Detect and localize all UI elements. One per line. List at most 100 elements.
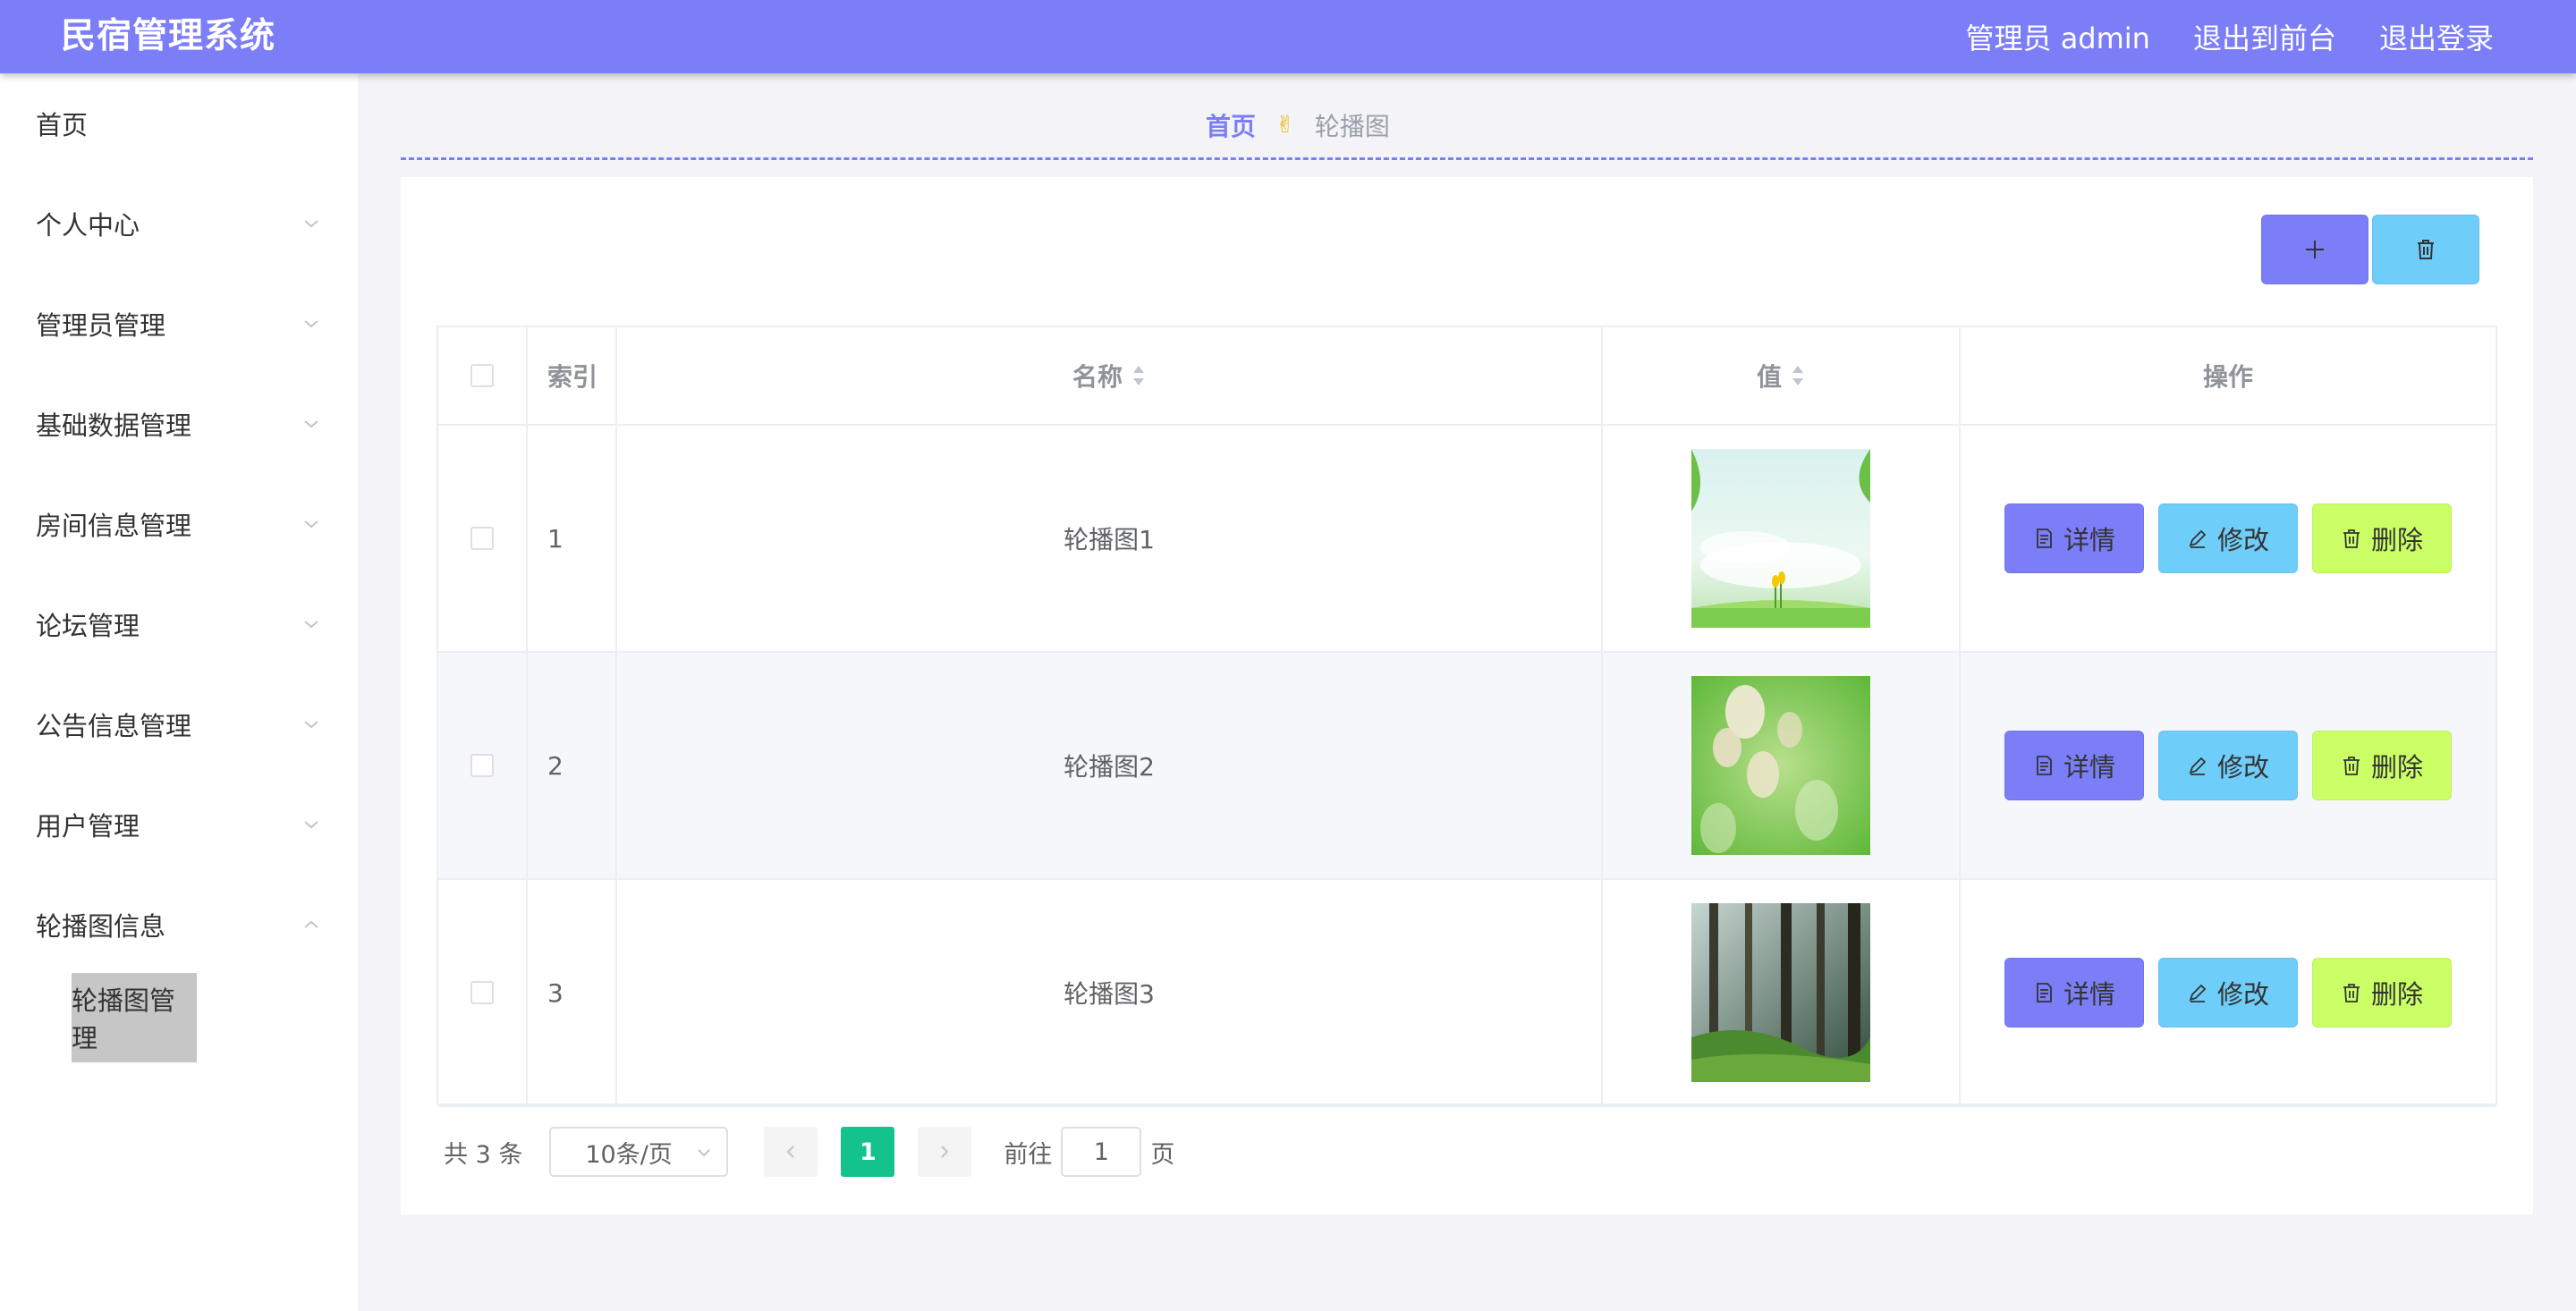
document-icon [2037,756,2052,775]
edit-button[interactable]: 修改 [2158,731,2298,800]
blurred-flowers-thumbnail[interactable] [1691,676,1870,855]
row-index: 1 [528,426,617,651]
exit-to-front-link[interactable]: 退出到前台 [2193,16,2336,57]
delete-button[interactable]: 删除 [2312,958,2452,1028]
sidebar-item-label: 用户管理 [36,811,140,842]
chevron-left-icon [786,1146,795,1158]
victory-hand-icon: ✌ [1275,112,1295,139]
sidebar-item-basic-data[interactable]: 基础数据管理 [0,374,358,474]
row-checkbox[interactable] [470,527,494,550]
document-icon [2037,983,2052,1002]
header-select-cell [438,327,528,424]
sidebar-item-label: 首页 [36,110,89,140]
chevron-down-icon [302,816,320,833]
sidebar-item-room-info[interactable]: 房间信息管理 [0,474,358,574]
edit-button[interactable]: 修改 [2158,503,2298,573]
detail-button[interactable]: 详情 [2004,958,2144,1028]
delete-label: 删除 [2370,979,2423,1010]
next-page-button[interactable] [918,1127,972,1177]
edit-label: 修改 [2216,979,2269,1010]
detail-button[interactable]: 详情 [2004,503,2144,573]
breadcrumb-home[interactable]: 首页 [1206,107,1256,143]
row-name: 轮播图1 [617,426,1603,651]
sidebar-item-admin-manage[interactable]: 管理员管理 [0,274,358,374]
sidebar-item-personal-center[interactable]: 个人中心 [0,173,358,274]
goto-label: 前往 [1004,1140,1053,1169]
row-actions: 详情 修改 删除 [1961,653,2496,878]
chevron-down-icon [302,315,320,333]
row-select-cell [438,426,528,651]
sidebar-item-label: 个人中心 [36,210,140,241]
brand-title: 民宿管理系统 [61,16,276,56]
header-value[interactable]: 值 [1603,327,1961,424]
row-actions: 详情 修改 删除 [1961,880,2496,1105]
table-header: 索引 名称 值 操作 [438,327,2496,426]
trash-icon [2343,984,2360,1002]
chevron-down-icon [698,1149,711,1157]
sort-caret-icon[interactable] [1131,364,1146,387]
select-all-checkbox[interactable] [470,364,494,387]
sort-caret-icon[interactable] [1791,364,1805,387]
page-size-value: 10条/页 [585,1140,673,1169]
row-value-cell [1603,426,1961,651]
row-checkbox[interactable] [470,754,494,777]
header-value-label: 值 [1756,362,1782,392]
batch-delete-button[interactable] [2372,215,2479,284]
trash-icon [2418,240,2434,259]
chevron-down-icon [302,615,320,633]
table-row: 1 轮播图1 详情 修改 删除 [438,426,2496,653]
header-name[interactable]: 名称 [617,327,1603,424]
sidebar-item-label: 管理员管理 [36,310,166,341]
content-panel: 索引 名称 值 操作 1 轮播图1 详情 修改 删除 2 轮播图2 详情 修改 … [401,177,2533,1214]
sidebar-item-carousel[interactable]: 轮播图信息 [0,875,358,975]
header-name-label: 名称 [1072,362,1123,392]
delete-button[interactable]: 删除 [2312,503,2452,573]
prev-page-button[interactable] [764,1127,818,1177]
logout-link[interactable]: 退出登录 [2379,16,2494,57]
row-checkbox[interactable] [470,981,494,1004]
pencil-icon [2189,984,2207,1002]
row-index: 3 [528,880,617,1105]
chevron-down-icon [302,715,320,733]
detail-button[interactable]: 详情 [2004,731,2144,800]
page-number-button[interactable]: 1 [841,1127,895,1177]
sidebar-item-forum[interactable]: 论坛管理 [0,574,358,674]
pagination-total: 共 3 条 [444,1140,523,1169]
document-icon [2037,529,2052,548]
row-name: 轮播图2 [617,653,1603,878]
header-ops: 操作 [2202,362,2253,392]
trash-icon [2343,529,2360,548]
data-table: 索引 名称 值 操作 1 轮播图1 详情 修改 删除 2 轮播图2 详情 修改 … [436,326,2497,1107]
edit-button[interactable]: 修改 [2158,958,2298,1028]
sidebar-item-users[interactable]: 用户管理 [0,774,358,875]
chevron-right-icon [941,1146,949,1158]
page-size-select[interactable]: 10条/页 [549,1127,729,1177]
breadcrumb-current: 轮播图 [1314,112,1390,141]
sidebar-item-notice[interactable]: 公告信息管理 [0,674,358,774]
delete-label: 删除 [2370,525,2423,555]
delete-button[interactable]: 删除 [2312,731,2452,800]
table-row: 3 轮播图3 详情 修改 删除 [438,880,2496,1107]
trash-icon [2343,757,2360,775]
sidebar: 首页 个人中心 管理员管理 基础数据管理 房间信息管理 论坛管理 公告信息管理 … [0,73,358,1311]
header-nav: 管理员 admin 退出到前台 退出登录 [1966,0,2494,73]
breadcrumb-divider [401,157,2533,160]
row-actions: 详情 修改 删除 [1961,426,2496,651]
sidebar-item-label: 基础数据管理 [36,410,192,441]
row-select-cell [438,880,528,1105]
forest-thumbnail[interactable] [1691,903,1870,1082]
delete-label: 删除 [2370,752,2423,782]
plus-icon [2306,241,2324,258]
chevron-up-icon [302,916,320,934]
goto-page-input[interactable] [1061,1127,1142,1177]
sky-grass-thumbnail[interactable] [1691,449,1870,628]
admin-label[interactable]: 管理员 admin [1966,16,2150,57]
chevron-down-icon [302,515,320,533]
detail-label: 详情 [2063,752,2115,782]
table-row: 2 轮播图2 详情 修改 删除 [438,653,2496,880]
add-button[interactable] [2261,215,2368,284]
sidebar-subitem-carousel-manage[interactable]: 轮播图管理 [72,973,197,1062]
detail-label: 详情 [2063,525,2115,555]
sidebar-item-label: 公告信息管理 [36,711,192,741]
sidebar-item-home[interactable]: 首页 [0,73,358,173]
